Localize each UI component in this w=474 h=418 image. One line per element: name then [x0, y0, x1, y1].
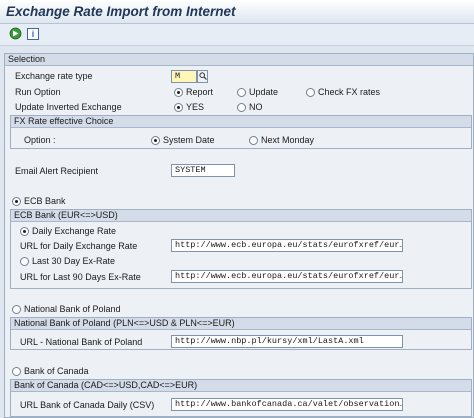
value-help-button[interactable] — [197, 70, 208, 83]
exchange-rate-type-label: Exchange rate type — [15, 71, 93, 81]
execute-icon — [9, 27, 22, 42]
poland-bank-label: National Bank of Poland — [24, 304, 121, 314]
search-icon — [198, 71, 207, 82]
fx-option-label: Option : — [24, 135, 56, 145]
ecb-last90-url-input[interactable]: http://www.ecb.europa.eu/stats/eurofxref… — [171, 270, 403, 283]
fx-next-monday-radio[interactable] — [249, 136, 258, 145]
run-option-report-radio[interactable] — [174, 88, 183, 97]
update-inverted-yes-radio[interactable] — [174, 103, 183, 112]
canada-box-heading: Bank of Canada (CAD<=>USD,CAD<=>EUR) — [11, 380, 471, 392]
poland-bank-radio[interactable] — [12, 305, 21, 314]
run-option-report-label: Report — [186, 87, 214, 97]
execute-button[interactable] — [8, 27, 22, 41]
canada-box: Bank of Canada (CAD<=>USD,CAD<=>EUR) URL… — [10, 379, 472, 417]
ecb-daily-url-input[interactable]: http://www.ecb.europa.eu/stats/eurofxref… — [171, 239, 403, 252]
run-option-check-fx-radio[interactable] — [306, 88, 315, 97]
canada-bank-radio[interactable] — [12, 367, 21, 376]
fx-system-date-label: System Date — [163, 135, 215, 145]
ecb-daily-radio[interactable] — [20, 227, 29, 236]
info-button[interactable]: i — [26, 27, 40, 41]
run-option-update-label: Update — [249, 87, 279, 97]
ecb-daily-url-label: URL for Daily Exchange Rate — [20, 241, 138, 251]
canada-url-input[interactable]: http://www.bankofcanada.ca/valet/observa… — [171, 398, 403, 411]
run-option-update-radio[interactable] — [237, 88, 246, 97]
page-title: Exchange Rate Import from Internet — [6, 4, 236, 19]
run-option-check-fx-label: Check FX rates — [318, 87, 381, 97]
update-inverted-no-radio[interactable] — [237, 103, 246, 112]
poland-box: National Bank of Poland (PLN<=>USD & PLN… — [10, 317, 472, 350]
email-recipient-input[interactable]: SYSTEM — [171, 164, 235, 177]
fx-next-monday-label: Next Monday — [261, 135, 315, 145]
email-recipient-label: Email Alert Recipient — [15, 166, 99, 176]
ecb-last90-url-label: URL for Last 90 Days Ex-Rate — [20, 272, 141, 282]
ecb-daily-label: Daily Exchange Rate — [32, 226, 117, 236]
selection-panel: Selection Exchange rate type M Run Optio… — [4, 53, 474, 418]
update-inverted-yes-label: YES — [186, 102, 205, 112]
fx-system-date-radio[interactable] — [151, 136, 160, 145]
poland-box-heading: National Bank of Poland (PLN<=>USD & PLN… — [11, 318, 471, 330]
selection-heading: Selection — [5, 54, 473, 66]
poland-url-label: URL - National Bank of Poland — [20, 337, 143, 347]
run-option-label: Run Option — [15, 87, 61, 97]
update-inverted-no-label: NO — [249, 102, 263, 112]
ecb-last30-radio[interactable] — [20, 257, 29, 266]
ecb-bank-radio[interactable] — [12, 197, 21, 206]
canada-bank-label: Bank of Canada — [24, 366, 89, 376]
toolbar: i — [0, 24, 474, 46]
ecb-last30-label: Last 30 Day Ex-Rate — [32, 256, 116, 266]
ecb-box-heading: ECB Bank (EUR<=>USD) — [11, 210, 471, 222]
update-inverted-label: Update Inverted Exchange — [15, 102, 122, 112]
info-icon: i — [27, 28, 39, 40]
exchange-rate-type-input[interactable]: M — [171, 70, 197, 83]
fx-effective-box: FX Rate effective Choice Option : System… — [10, 115, 472, 149]
title-bar: Exchange Rate Import from Internet — [0, 0, 474, 24]
canada-url-label: URL Bank of Canada Daily (CSV) — [20, 400, 155, 410]
fx-effective-heading: FX Rate effective Choice — [11, 116, 471, 128]
ecb-box: ECB Bank (EUR<=>USD) Daily Exchange Rate… — [10, 209, 472, 289]
poland-url-input[interactable]: http://www.nbp.pl/kursy/xml/LastA.xml — [171, 335, 403, 348]
ecb-bank-label: ECB Bank — [24, 196, 66, 206]
